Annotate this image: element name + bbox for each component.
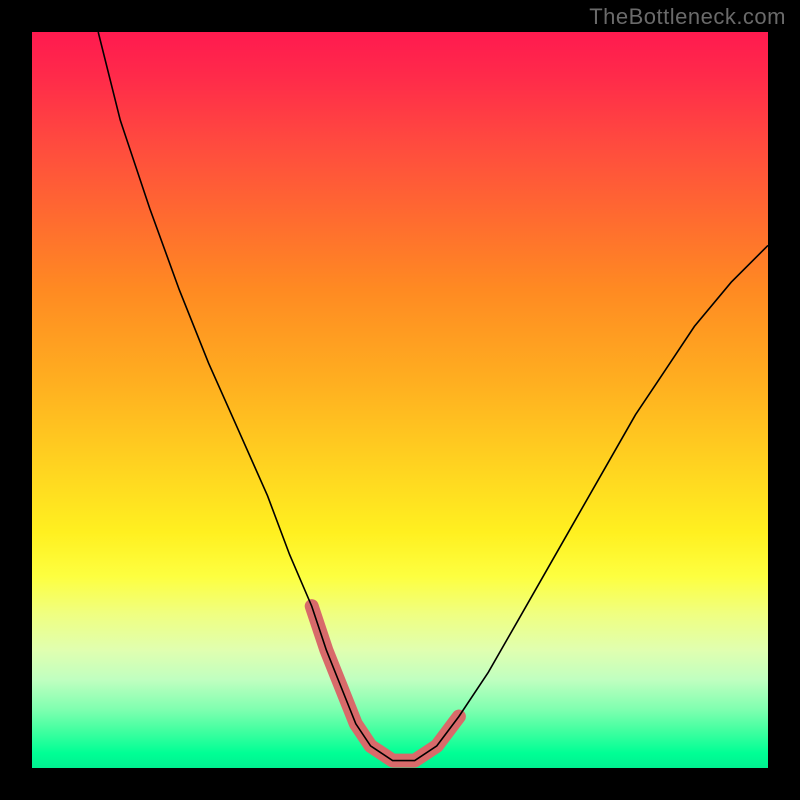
plot-area [32, 32, 768, 768]
watermark-text: TheBottleneck.com [589, 4, 786, 30]
chart-frame: TheBottleneck.com [0, 0, 800, 800]
bottleneck-curve [98, 32, 768, 761]
curve-highlight [312, 606, 459, 761]
chart-svg [32, 32, 768, 768]
